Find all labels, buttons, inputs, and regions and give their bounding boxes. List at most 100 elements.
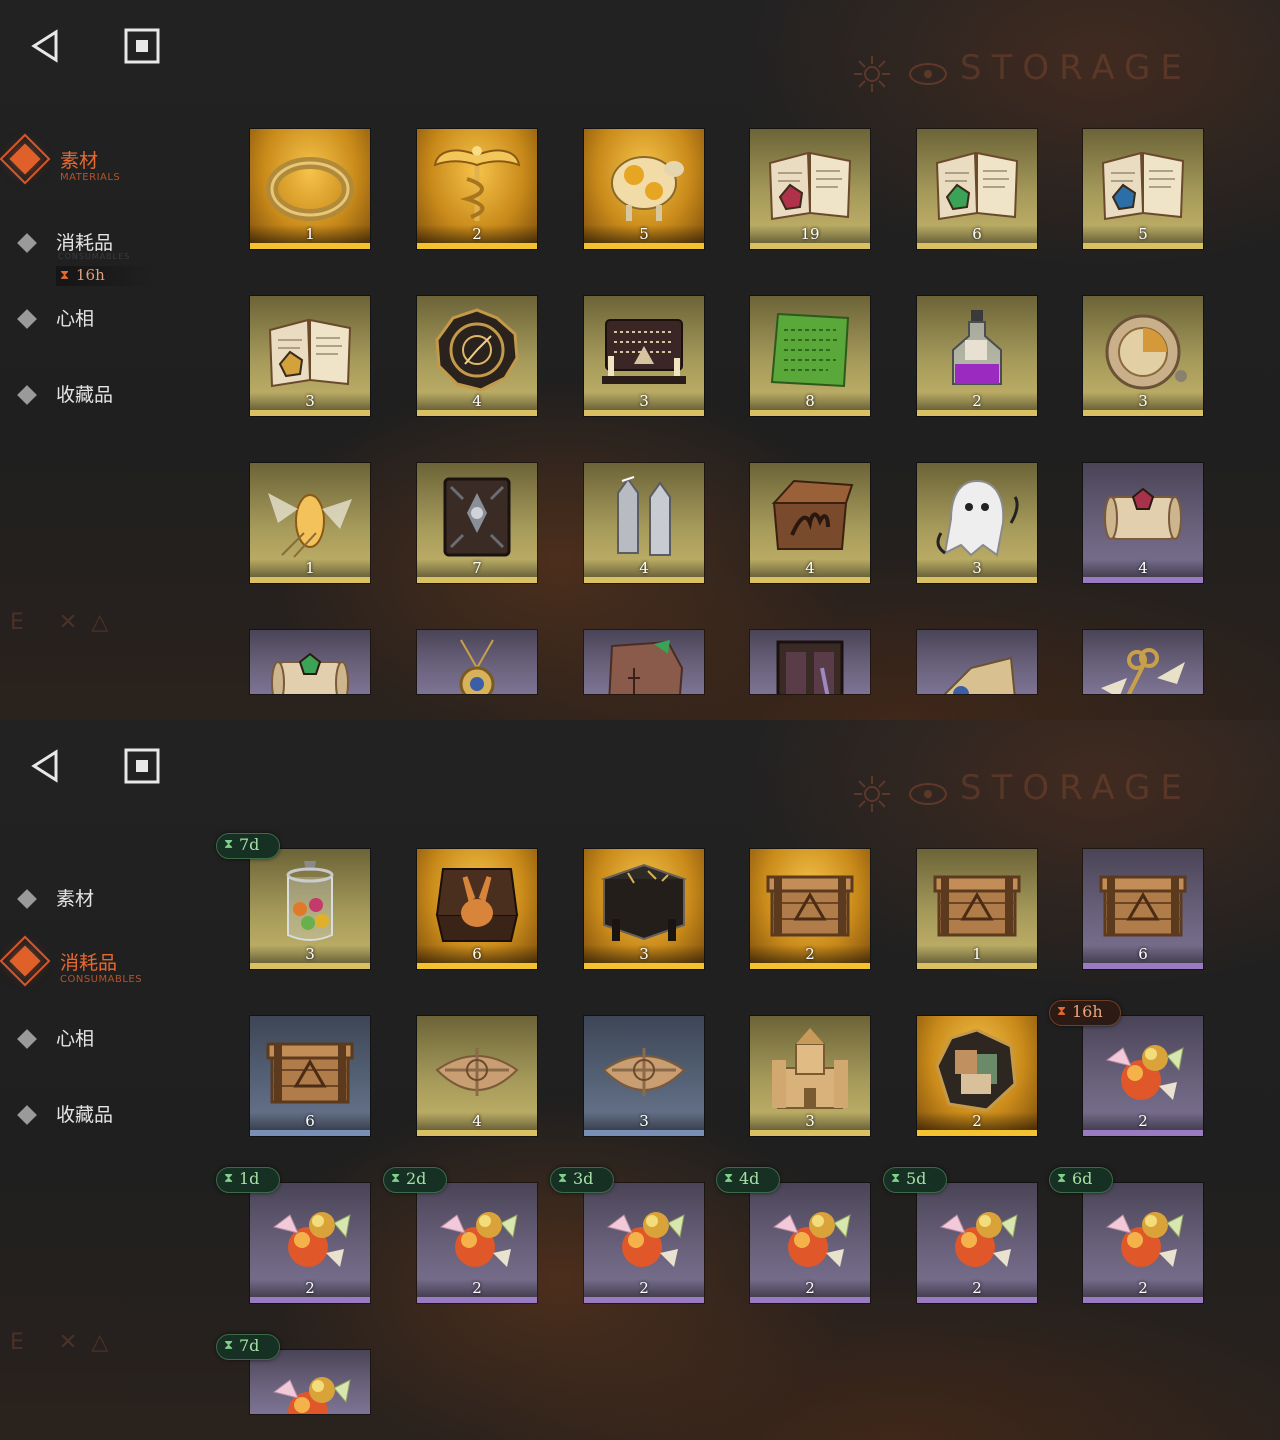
item-slot[interactable]: 2 bbox=[1083, 1183, 1203, 1303]
back-button[interactable] bbox=[26, 746, 66, 786]
ouija-board-icon bbox=[598, 306, 690, 392]
item-slot[interactable] bbox=[584, 630, 704, 694]
item-slot[interactable]: 2 bbox=[584, 1183, 704, 1303]
potion-bottle-icon bbox=[931, 306, 1023, 392]
nav-item-2[interactable]: 心相 bbox=[14, 1024, 214, 1068]
nav-item-1[interactable]: 消耗品 CONSUMABLES bbox=[0, 935, 214, 992]
item-slot[interactable]: 3 bbox=[584, 296, 704, 416]
wooden-crate-icon bbox=[264, 1026, 356, 1112]
diamond-icon bbox=[17, 889, 37, 909]
rarity-bar bbox=[584, 1297, 704, 1303]
nav-sublabel: MATERIALS bbox=[60, 172, 121, 183]
item-slot[interactable]: 6 bbox=[1083, 849, 1203, 969]
nav-sublabel: CONSUMABLES bbox=[60, 974, 143, 985]
nav-label: 收藏品 bbox=[56, 384, 114, 406]
hourglass-icon: ⧗ bbox=[60, 268, 70, 283]
rarity-bar bbox=[584, 1130, 704, 1136]
item-slot[interactable]: 2 bbox=[417, 129, 537, 249]
decorative-glyphs-icon: E ✕△ bbox=[10, 610, 123, 635]
badge-timer-text: 6d bbox=[1072, 1169, 1093, 1188]
item-slot[interactable]: 3 bbox=[584, 1016, 704, 1136]
badge-timer-text: 4d bbox=[739, 1169, 760, 1188]
item-count: 1 bbox=[305, 559, 315, 577]
item-slot[interactable]: 2 bbox=[1083, 1016, 1203, 1136]
gold-gem-book-icon bbox=[264, 306, 356, 392]
item-count: 3 bbox=[639, 392, 649, 410]
item-slot[interactable]: 4 bbox=[1083, 463, 1203, 583]
item-slot[interactable]: 4 bbox=[417, 1016, 537, 1136]
ring-icon bbox=[264, 139, 356, 225]
rarity-bar bbox=[584, 577, 704, 583]
item-slot[interactable]: 6 bbox=[917, 129, 1037, 249]
rarity-bar bbox=[417, 1297, 537, 1303]
rarity-bar bbox=[417, 577, 537, 583]
item-slot[interactable]: 7 bbox=[417, 463, 537, 583]
item-slot[interactable]: 6 bbox=[250, 1016, 370, 1136]
expiry-badge: ⧗ 4d bbox=[716, 1167, 780, 1193]
item-slot[interactable]: 6 bbox=[417, 849, 537, 969]
home-button[interactable] bbox=[122, 26, 162, 66]
item-count: 2 bbox=[639, 1279, 649, 1297]
nav-item-0[interactable]: 素材 bbox=[14, 884, 214, 928]
item-slot[interactable] bbox=[917, 630, 1037, 694]
rarity-bar bbox=[1083, 577, 1203, 583]
item-slot[interactable]: 1 bbox=[250, 463, 370, 583]
item-count: 1 bbox=[972, 945, 982, 963]
item-slot[interactable]: 5 bbox=[584, 129, 704, 249]
expiry-badge: ⧗ 2d bbox=[383, 1167, 447, 1193]
item-slot[interactable]: 3 bbox=[250, 296, 370, 416]
item-slot[interactable] bbox=[417, 630, 537, 694]
home-button[interactable] bbox=[122, 746, 162, 786]
item-slot[interactable]: 19 bbox=[750, 129, 870, 249]
rarity-bar bbox=[250, 1297, 370, 1303]
item-count: 4 bbox=[639, 559, 649, 577]
nav-item-2[interactable]: 心相 bbox=[14, 304, 214, 348]
nav-expiry-timer: ⧗ 16h bbox=[56, 266, 156, 286]
sand-castle-icon bbox=[764, 1026, 856, 1112]
item-slot[interactable] bbox=[1083, 630, 1203, 694]
item-slot[interactable]: 2 bbox=[250, 1183, 370, 1303]
item-slot[interactable]: 4 bbox=[417, 296, 537, 416]
item-slot[interactable]: 2 bbox=[917, 1183, 1037, 1303]
item-slot[interactable]: 1 bbox=[250, 129, 370, 249]
candy-icon bbox=[598, 1193, 690, 1279]
item-slot[interactable]: 2 bbox=[917, 1016, 1037, 1136]
storage-title: STORAGE bbox=[960, 768, 1192, 808]
item-count: 2 bbox=[472, 1279, 482, 1297]
back-button[interactable] bbox=[26, 26, 66, 66]
item-slot[interactable]: 3 bbox=[750, 1016, 870, 1136]
nav-item-3[interactable]: 收藏品 bbox=[14, 1100, 214, 1144]
item-slot[interactable]: 3 bbox=[584, 849, 704, 969]
diamond-icon bbox=[17, 309, 37, 329]
item-slot[interactable]: 8 bbox=[750, 296, 870, 416]
item-slot[interactable]: 2 bbox=[417, 1183, 537, 1303]
item-slot[interactable]: 1 bbox=[917, 849, 1037, 969]
item-count: 2 bbox=[805, 945, 815, 963]
item-slot[interactable]: 3 bbox=[1083, 296, 1203, 416]
item-slot[interactable]: 2 bbox=[750, 849, 870, 969]
item-slot[interactable]: 2 bbox=[750, 1183, 870, 1303]
item-count: 4 bbox=[1138, 559, 1148, 577]
badge-timer-text: 7d bbox=[239, 1336, 260, 1355]
item-slot[interactable]: 3 bbox=[250, 849, 370, 969]
candy-icon bbox=[264, 1193, 356, 1279]
nav-item-0[interactable]: 素材 MATERIALS bbox=[0, 133, 214, 190]
rarity-bar bbox=[1083, 1130, 1203, 1136]
nav-label: 素材 bbox=[60, 150, 99, 172]
item-slot[interactable]: 5 bbox=[1083, 129, 1203, 249]
candy-icon bbox=[931, 1193, 1023, 1279]
item-slot[interactable]: 4 bbox=[750, 463, 870, 583]
candy-icon bbox=[1097, 1193, 1189, 1279]
item-count: 2 bbox=[972, 1112, 982, 1130]
timer-text: 16h bbox=[76, 266, 105, 284]
item-slot[interactable]: 3 bbox=[917, 463, 1037, 583]
nav-item-3[interactable]: 收藏品 bbox=[14, 380, 214, 424]
expiry-badge: ⧗ 5d bbox=[883, 1167, 947, 1193]
item-count: 1 bbox=[305, 225, 315, 243]
item-slot[interactable]: 4 bbox=[584, 463, 704, 583]
item-slot[interactable] bbox=[750, 630, 870, 694]
rarity-bar bbox=[750, 410, 870, 416]
expiry-badge: ⧗ 7d bbox=[216, 1334, 280, 1360]
item-slot[interactable]: 2 bbox=[917, 296, 1037, 416]
item-slot[interactable] bbox=[250, 630, 370, 694]
